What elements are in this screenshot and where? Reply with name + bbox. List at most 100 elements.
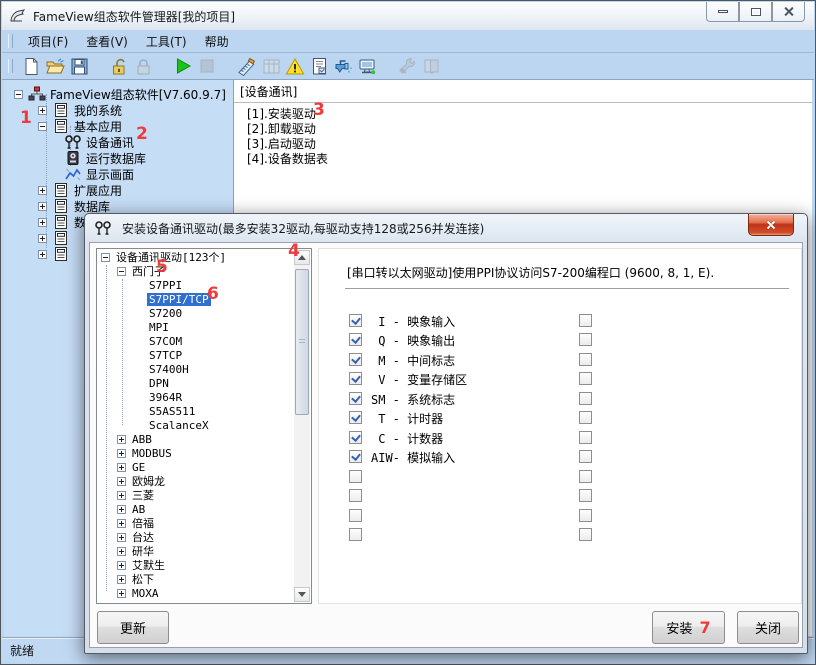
scroll-down-button[interactable] xyxy=(294,587,310,602)
collapse-icon[interactable] xyxy=(14,90,23,99)
expand-icon[interactable] xyxy=(117,575,126,584)
network-icon[interactable] xyxy=(355,55,379,77)
register-checkbox[interactable] xyxy=(349,333,362,346)
expand-icon[interactable] xyxy=(38,250,47,259)
expand-icon[interactable] xyxy=(38,202,47,211)
driver-tree-item[interactable]: AB xyxy=(99,502,293,516)
panel-item-2[interactable]: [2].卸载驱动 xyxy=(234,122,812,137)
collapse-icon[interactable] xyxy=(38,122,47,131)
expand-icon[interactable] xyxy=(38,234,47,243)
expand-icon[interactable] xyxy=(117,505,126,514)
project-tree-item[interactable]: 扩展应用 xyxy=(4,182,233,198)
report-icon[interactable] xyxy=(307,55,331,77)
driver-tree-item[interactable]: MODBUS xyxy=(99,446,293,460)
expand-icon[interactable] xyxy=(117,463,126,472)
register-checkbox-extra[interactable] xyxy=(579,509,592,522)
expand-icon[interactable] xyxy=(117,589,126,598)
panel-item-3[interactable]: [3].启动驱动 xyxy=(234,137,812,152)
project-tree-item[interactable]: FameView组态软件[V7.60.9.7] xyxy=(4,86,233,102)
driver-tree-item[interactable]: 三菱 xyxy=(99,488,293,502)
register-checkbox[interactable] xyxy=(349,372,362,385)
register-checkbox-extra[interactable] xyxy=(579,353,592,366)
driver-tree-item[interactable]: S7COM xyxy=(99,334,293,348)
register-checkbox[interactable] xyxy=(349,450,362,463)
driver-tree-item[interactable]: GE xyxy=(99,460,293,474)
design-icon[interactable] xyxy=(235,55,259,77)
driver-tree-item[interactable]: S5AS511 xyxy=(99,404,293,418)
driver-tree-item[interactable]: MOXA xyxy=(99,586,293,600)
expand-icon[interactable] xyxy=(38,218,47,227)
update-button[interactable]: 更新 xyxy=(97,611,169,644)
register-checkbox-extra[interactable] xyxy=(579,470,592,483)
panel-item-4[interactable]: [4].设备数据表 xyxy=(234,152,812,167)
expand-icon[interactable] xyxy=(117,533,126,542)
driver-tree-item[interactable]: 3964R xyxy=(99,390,293,404)
driver-tree-item[interactable]: MPI xyxy=(99,320,293,334)
register-checkbox-extra[interactable] xyxy=(579,392,592,405)
expand-icon[interactable] xyxy=(117,477,126,486)
driver-tree-scrollbar[interactable] xyxy=(294,250,310,602)
driver-tree-item[interactable]: 西门子 xyxy=(99,264,293,278)
save-icon[interactable] xyxy=(67,55,91,77)
connect-icon[interactable] xyxy=(331,55,355,77)
open-icon[interactable] xyxy=(43,55,67,77)
dialog-close-action-button[interactable]: 关闭 xyxy=(737,611,799,644)
project-tree-item[interactable]: 数据库 xyxy=(4,198,233,214)
driver-tree-item[interactable]: 台达 xyxy=(99,530,293,544)
unlock-icon[interactable] xyxy=(107,55,131,77)
minimize-button[interactable] xyxy=(706,2,739,22)
menu-item-2[interactable]: 查看(V) xyxy=(77,31,137,52)
driver-tree-item[interactable]: S7PPI xyxy=(99,278,293,292)
driver-tree-item[interactable]: S7TCP xyxy=(99,348,293,362)
register-checkbox-extra[interactable] xyxy=(579,411,592,424)
register-checkbox[interactable] xyxy=(349,470,362,483)
register-checkbox-extra[interactable] xyxy=(579,489,592,502)
maximize-button[interactable] xyxy=(739,2,772,22)
project-tree-item[interactable]: 显示画面 xyxy=(4,166,233,182)
register-checkbox[interactable] xyxy=(349,314,362,327)
project-tree-item[interactable]: 运行数据库 xyxy=(4,150,233,166)
register-checkbox[interactable] xyxy=(349,528,362,541)
register-checkbox-extra[interactable] xyxy=(579,372,592,385)
driver-tree-item[interactable]: S7400H xyxy=(99,362,293,376)
menu-item-1[interactable]: 项目(F) xyxy=(19,31,77,52)
expand-icon[interactable] xyxy=(117,491,126,500)
menu-item-4[interactable]: 帮助 xyxy=(196,31,238,52)
driver-tree-item[interactable]: DPN xyxy=(99,376,293,390)
project-tree-item[interactable]: 设备通讯 xyxy=(4,134,233,150)
driver-tree-item[interactable]: 设备通讯驱动[123个] xyxy=(99,250,293,264)
expand-icon[interactable] xyxy=(117,435,126,444)
driver-tree-item[interactable]: 艾默生 xyxy=(99,558,293,572)
install-button[interactable]: 安装 7 xyxy=(652,611,725,644)
collapse-icon[interactable] xyxy=(101,253,110,262)
driver-tree-item[interactable]: ScalanceX xyxy=(99,418,293,432)
register-checkbox-extra[interactable] xyxy=(579,314,592,327)
driver-tree-item[interactable]: S7200 xyxy=(99,306,293,320)
register-checkbox[interactable] xyxy=(349,392,362,405)
driver-tree-item[interactable]: 倍福 xyxy=(99,516,293,530)
new-icon[interactable] xyxy=(19,55,43,77)
expand-icon[interactable] xyxy=(117,449,126,458)
driver-tree-item[interactable]: S7PPI/TCP xyxy=(99,292,293,306)
register-checkbox-extra[interactable] xyxy=(579,450,592,463)
register-checkbox-extra[interactable] xyxy=(579,528,592,541)
register-checkbox[interactable] xyxy=(349,431,362,444)
expand-icon[interactable] xyxy=(38,106,47,115)
dialog-close-button[interactable] xyxy=(748,214,794,236)
collapse-icon[interactable] xyxy=(117,267,126,276)
expand-icon[interactable] xyxy=(38,186,47,195)
project-tree-item[interactable]: 基本应用 xyxy=(4,118,233,134)
register-checkbox[interactable] xyxy=(349,509,362,522)
alarm-icon[interactable] xyxy=(283,55,307,77)
register-checkbox[interactable] xyxy=(349,353,362,366)
driver-tree-item[interactable]: 松下 xyxy=(99,572,293,586)
register-checkbox[interactable] xyxy=(349,411,362,424)
register-checkbox[interactable] xyxy=(349,489,362,502)
scrollbar-thumb[interactable] xyxy=(295,269,309,415)
register-checkbox-extra[interactable] xyxy=(579,333,592,346)
expand-icon[interactable] xyxy=(117,547,126,556)
run-icon[interactable] xyxy=(171,55,195,77)
expand-icon[interactable] xyxy=(117,561,126,570)
close-button[interactable] xyxy=(772,2,805,22)
driver-tree-item[interactable]: 欧姆龙 xyxy=(99,474,293,488)
